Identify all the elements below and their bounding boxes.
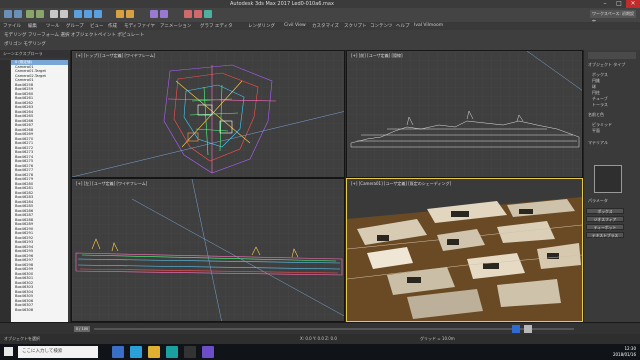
render-setup-icon[interactable]	[184, 10, 192, 18]
maximize-button[interactable]: □	[612, 0, 626, 8]
menu-extra[interactable]: Ival Vilmoom	[414, 23, 443, 28]
menu-graph-editors[interactable]: グラフ エディタ	[200, 23, 233, 29]
menu-bar: ファイル 編集 ツール グループ ビュー 作成 モディファイヤ アニメーション …	[0, 22, 640, 30]
viewport-front[interactable]: [+] [前] [ユーザ定義] [隠線]	[346, 50, 583, 178]
material-preview	[594, 165, 622, 193]
rollout-name-color[interactable]: 名前と色	[588, 112, 604, 118]
menu-animation[interactable]: アニメーション	[160, 23, 191, 29]
folder-icon[interactable]	[148, 346, 160, 358]
workspace-dropdown[interactable]: ワークスペース: 初期設定	[590, 10, 636, 24]
scale-icon[interactable]	[94, 10, 102, 18]
mirror-icon[interactable]	[150, 10, 158, 18]
rollout-parameters[interactable]: パラメータ	[588, 198, 608, 204]
create-textplus-button[interactable]: テキストプラス	[586, 232, 624, 238]
ribbon-panel-label[interactable]: ポリゴン モデリング	[4, 41, 46, 47]
material-editor-icon[interactable]	[204, 10, 212, 18]
rollout-material[interactable]: マテリアル	[588, 140, 608, 146]
render-icon[interactable]	[194, 10, 202, 18]
unlink-icon[interactable]	[36, 10, 44, 18]
object-torus[interactable]: トーラス	[592, 102, 608, 108]
taskbar-search-box[interactable]: ここに入力して検索	[18, 346, 98, 358]
menu-scripting[interactable]: スクリプト	[344, 23, 367, 29]
create-box-button[interactable]: ボックス	[586, 208, 624, 214]
menu-file[interactable]: ファイル	[3, 23, 21, 29]
viewport-top-canvas	[72, 51, 344, 177]
menu-content[interactable]: コンテンツ	[370, 23, 393, 29]
link-icon[interactable]	[26, 10, 34, 18]
select-icon[interactable]	[50, 10, 58, 18]
coordinate-readout[interactable]: X: 0.0 Y: 0.0 Z: 0.0	[300, 336, 337, 341]
object-plane[interactable]: 平面	[592, 128, 600, 134]
app-icon[interactable]	[202, 346, 214, 358]
viewport-top[interactable]: [+] [トップ] [ユーザ定義] [ワイヤフレーム]	[71, 50, 345, 178]
snap-icon[interactable]	[116, 10, 124, 18]
ribbon-tabs[interactable]: モデリング フリーフォーム 選択 オブジェクトペイント ポピュレート	[4, 32, 144, 38]
create-teapot-button[interactable]: ティーポット	[586, 224, 624, 230]
minimize-button[interactable]: –	[598, 0, 612, 8]
terminal-icon[interactable]	[184, 346, 196, 358]
move-icon[interactable]	[74, 10, 82, 18]
status-bar: オブジェクトを選択 X: 0.0 Y: 0.0 Z: 0.0 グリッド = 10…	[0, 334, 640, 344]
menu-tools[interactable]: ツール	[46, 23, 60, 29]
viewport-camera[interactable]: [+] [Camera01] [ユーザ定義] [既定のシェーディング]	[346, 178, 583, 322]
undo-icon[interactable]	[4, 10, 12, 18]
command-panel-tabs[interactable]	[588, 52, 636, 59]
windows-start-icon[interactable]	[4, 347, 13, 356]
menu-view[interactable]: ビュー	[90, 23, 104, 29]
viewport-left-canvas	[72, 179, 344, 321]
rotate-icon[interactable]	[84, 10, 92, 18]
file-explorer-icon[interactable]	[112, 346, 124, 358]
edge-icon[interactable]	[130, 346, 142, 358]
menu-rendering[interactable]: レンダリング	[248, 23, 275, 29]
command-panel: オブジェクト タイプ ボックス 円錐 球 円柱 チューブ トーラス 名前と色 ピ…	[583, 50, 640, 330]
window-title: Autodesk 3ds Max 2017 Led0-010a6.max	[230, 1, 334, 7]
scene-explorer-toolstrip[interactable]	[0, 60, 10, 322]
set-key-button[interactable]	[524, 325, 532, 333]
menu-help[interactable]: ヘルプ	[396, 23, 410, 29]
menu-group[interactable]: グループ	[66, 23, 84, 29]
align-icon[interactable]	[160, 10, 168, 18]
menu-create[interactable]: 作成	[108, 23, 117, 29]
menu-customize[interactable]: カスタマイズ	[312, 23, 339, 29]
ribbon: モデリング フリーフォーム 選択 オブジェクトペイント ポピュレート ポリゴン …	[0, 30, 640, 51]
viewport-left-label[interactable]: [+] [左] [ユーザ定義] [ワイヤフレーム]	[76, 181, 147, 187]
auto-key-button[interactable]	[512, 325, 520, 333]
viewport-camera-label[interactable]: [+] [Camera01] [ユーザ定義] [既定のシェーディング]	[351, 181, 451, 187]
grid-size: グリッド = 10.0m	[420, 336, 455, 341]
scene-list-item[interactable]: Box46308	[11, 308, 68, 313]
redo-icon[interactable]	[14, 10, 22, 18]
status-prompt: オブジェクトを選択	[4, 336, 40, 341]
menu-edit[interactable]: 編集	[28, 23, 37, 29]
viewport-top-label[interactable]: [+] [トップ] [ユーザ定義] [ワイヤフレーム]	[76, 53, 155, 59]
scene-object-list[interactable]: 0 (既定値) Camera01 Camera01.Target Camera02.T…	[11, 60, 68, 322]
angle-snap-icon[interactable]	[126, 10, 134, 18]
menu-modifiers[interactable]: モディファイヤ	[124, 23, 155, 29]
rollout-object-type[interactable]: オブジェクト タイプ	[588, 62, 625, 68]
clock-date: 2018/01/16	[612, 352, 636, 357]
scene-explorer-header: シーンエクスプローラ	[0, 50, 70, 58]
viewport-front-label[interactable]: [+] [前] [ユーザ定義] [隠線]	[351, 53, 403, 59]
menu-civil-view[interactable]: Civil View	[284, 23, 306, 28]
select-by-name-icon[interactable]	[60, 10, 68, 18]
time-slider[interactable]: 0 / 100	[74, 326, 90, 332]
track-bar[interactable]	[94, 328, 574, 330]
taskbar-clock: 12:30 2018/01/16	[600, 346, 636, 358]
close-button[interactable]: ✕	[626, 0, 640, 8]
3dsmax-icon[interactable]	[166, 346, 178, 358]
create-geosphere-button[interactable]: ジオスフィア	[586, 216, 624, 222]
viewport-front-canvas	[347, 51, 582, 177]
title-bar: Autodesk 3ds Max 2017 Led0-010a6.max – □…	[0, 0, 640, 8]
viewport-camera-canvas	[347, 197, 582, 321]
viewport-left[interactable]: [+] [左] [ユーザ定義] [ワイヤフレーム]	[71, 178, 345, 322]
